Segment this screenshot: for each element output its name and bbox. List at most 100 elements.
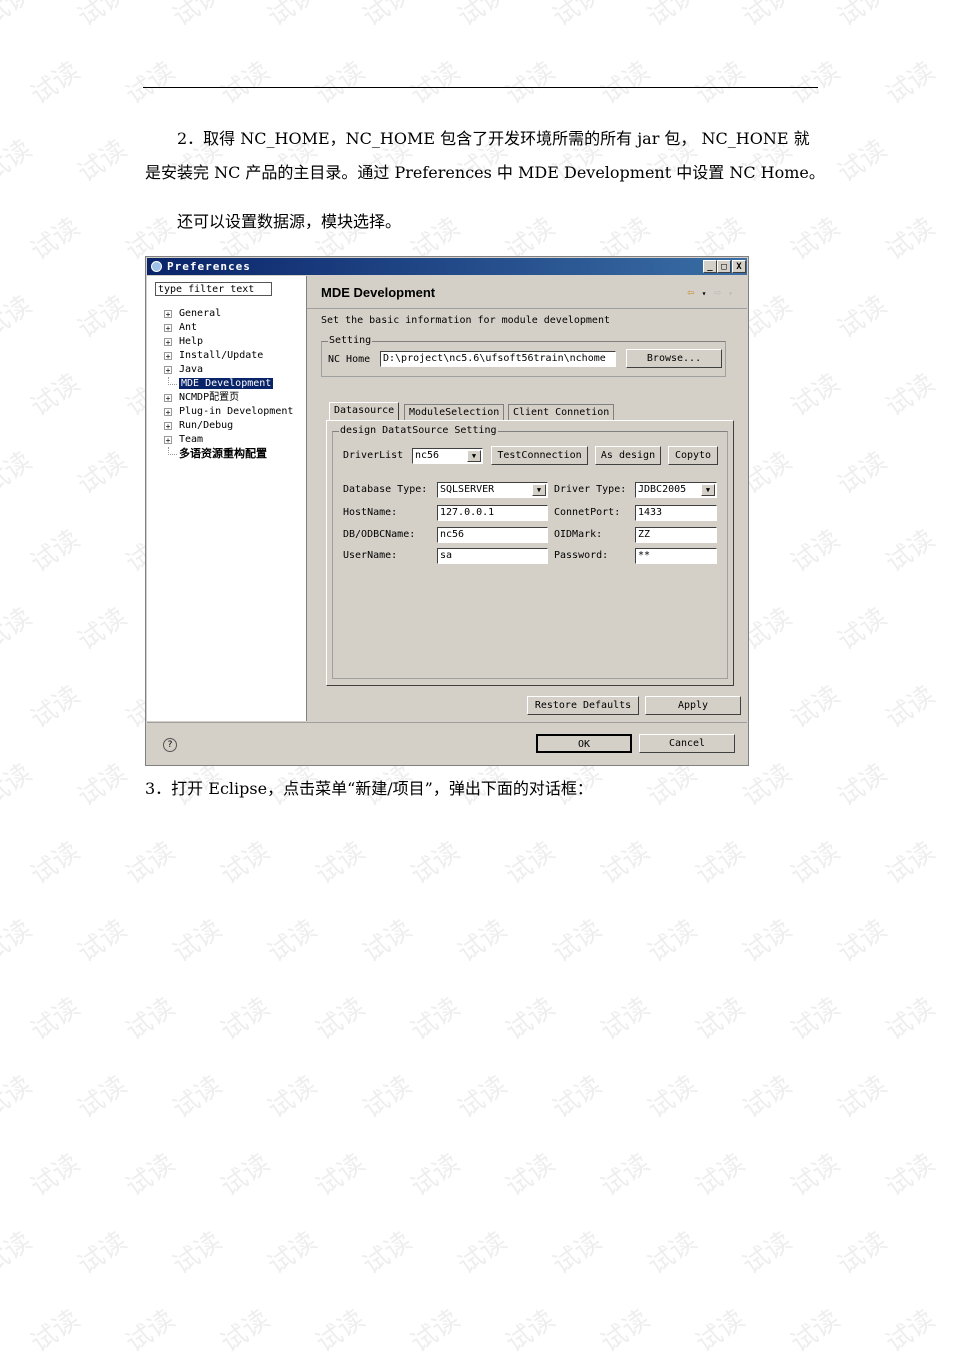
chevron-down-icon[interactable]: ▼ bbox=[532, 484, 546, 496]
apply-label: Apply bbox=[677, 700, 709, 711]
connect-port-label: ConnetPort: bbox=[554, 507, 621, 518]
watermark-text: 试读 bbox=[72, 290, 133, 345]
expand-plus-icon[interactable]: + bbox=[164, 436, 172, 445]
watermark-text: 试读 bbox=[0, 134, 38, 189]
oidmark-input[interactable]: ZZ bbox=[635, 527, 717, 543]
nc-home-input[interactable]: D:\project\nc5.6\ufsoft56train\nchome bbox=[380, 351, 616, 367]
watermark-text: 试读 bbox=[215, 1304, 276, 1359]
preferences-dialog: Preferences _ □ X type filter text + Gene… bbox=[145, 256, 749, 766]
as-design-button[interactable]: As design bbox=[595, 446, 661, 465]
dbname-label: DB/ODBCName: bbox=[343, 529, 416, 540]
tree-item[interactable]: + Ant bbox=[164, 321, 293, 335]
restore-defaults-button[interactable]: Restore Defaults bbox=[527, 696, 639, 715]
tab-datasource[interactable]: Datasource bbox=[329, 402, 400, 421]
watermark-text: 试读 bbox=[215, 1148, 276, 1203]
tree-item[interactable]: MDE Development bbox=[164, 377, 293, 391]
chevron-down-icon[interactable]: ▾ bbox=[728, 289, 733, 298]
watermark-text: 试读 bbox=[452, 0, 513, 33]
driverlist-select[interactable]: nc56 ▼ bbox=[412, 448, 483, 464]
help-icon[interactable]: ? bbox=[163, 738, 177, 752]
username-input[interactable]: sa bbox=[437, 548, 548, 564]
copyto-button[interactable]: Copyto bbox=[668, 446, 718, 465]
hostname-label: HostName: bbox=[343, 507, 398, 518]
watermark-text: 试读 bbox=[120, 836, 181, 891]
expand-plus-icon[interactable]: + bbox=[164, 338, 172, 347]
minimize-button[interactable]: _ bbox=[703, 260, 717, 273]
browse-button[interactable]: Browse... bbox=[626, 349, 722, 368]
tree-item-label: Plug-in Development bbox=[179, 406, 294, 417]
watermark-text: 试读 bbox=[880, 1148, 941, 1203]
tree-item-label: NCMDP配置页 bbox=[179, 392, 240, 403]
chevron-down-icon[interactable]: ▾ bbox=[702, 289, 707, 298]
watermark-text: 试读 bbox=[405, 56, 466, 111]
paragraph-nc-home: 2．取得 NC_HOME，NC_HOME 包含了开发环境所需的所有 jar 包，… bbox=[145, 129, 825, 182]
watermark-text: 试读 bbox=[500, 992, 561, 1047]
paragraph-open-eclipse: 3．打开 Eclipse，点击菜单“新建/项目”，弹出下面的对话框： bbox=[145, 779, 593, 798]
expand-plus-icon[interactable]: + bbox=[164, 408, 172, 417]
expand-plus-icon[interactable]: + bbox=[164, 422, 172, 431]
watermark-text: 试读 bbox=[72, 446, 133, 501]
tree-item-label: MDE Development bbox=[179, 378, 274, 389]
watermark-text: 试读 bbox=[595, 1304, 656, 1359]
watermark-text: 试读 bbox=[25, 992, 86, 1047]
forward-arrow-icon[interactable]: ⇨ bbox=[714, 285, 721, 299]
expand-plus-icon[interactable]: + bbox=[164, 310, 172, 319]
expand-plus-icon[interactable]: + bbox=[164, 324, 172, 333]
tab-client-connection[interactable]: Client Connetion bbox=[508, 404, 615, 421]
expand-plus-icon[interactable]: + bbox=[164, 352, 172, 361]
expand-plus-icon[interactable]: + bbox=[164, 394, 172, 403]
ok-label: OK bbox=[577, 739, 591, 750]
tree-item-label: Team bbox=[179, 434, 204, 445]
driver-type-select[interactable]: JDBC2005 ▼ bbox=[635, 482, 717, 498]
tree-item[interactable]: + NCMDP配置页 bbox=[164, 391, 293, 405]
dialog-title: Preferences bbox=[167, 260, 251, 273]
database-type-select[interactable]: SQLSERVER ▼ bbox=[437, 482, 548, 498]
back-arrow-icon[interactable]: ⇦ bbox=[687, 285, 694, 299]
watermark-text: 试读 bbox=[25, 524, 86, 579]
ds-setting-group: design DatatSource Setting DriverList nc… bbox=[332, 425, 728, 679]
watermark-text: 试读 bbox=[595, 56, 656, 111]
expand-plus-icon[interactable]: + bbox=[164, 366, 172, 375]
database-type-value: SQLSERVER bbox=[440, 484, 495, 495]
watermark-text: 试读 bbox=[405, 836, 466, 891]
filter-input[interactable]: type filter text bbox=[155, 282, 272, 296]
watermark-text: 试读 bbox=[642, 914, 703, 969]
watermark-text: 试读 bbox=[0, 1226, 38, 1281]
paragraph-datasource: 还可以设置数据源，模块选择。 bbox=[177, 212, 402, 231]
tree-item[interactable]: + Plug-in Development bbox=[164, 405, 293, 419]
tree-item[interactable]: + Install/Update bbox=[164, 349, 293, 363]
tree-item[interactable]: + Team bbox=[164, 433, 293, 447]
maximize-button[interactable]: □ bbox=[717, 260, 731, 273]
connect-port-input[interactable]: 1433 bbox=[635, 505, 717, 521]
watermark-text: 试读 bbox=[167, 0, 228, 33]
watermark-text: 试读 bbox=[72, 1226, 133, 1281]
browse-button-label: Browse... bbox=[646, 353, 702, 364]
chevron-down-icon[interactable]: ▼ bbox=[701, 484, 715, 496]
chevron-down-icon[interactable]: ▼ bbox=[467, 450, 481, 462]
watermark-text: 试读 bbox=[785, 680, 846, 735]
close-button[interactable]: X bbox=[732, 260, 746, 273]
tree-item-label: Install/Update bbox=[179, 350, 264, 361]
tab-module-selection[interactable]: ModuleSelection bbox=[404, 404, 505, 421]
tree-item[interactable]: + Help bbox=[164, 335, 293, 349]
ok-button[interactable]: OK bbox=[536, 734, 632, 753]
tree-item[interactable]: + General bbox=[164, 307, 293, 321]
watermark-text: 试读 bbox=[595, 1148, 656, 1203]
password-input[interactable]: ** bbox=[635, 548, 717, 564]
nav-history: ⇦ ▾ ⇨ ▾ bbox=[687, 285, 733, 299]
tree-item[interactable]: + Run/Debug bbox=[164, 419, 293, 433]
watermark-text: 试读 bbox=[72, 914, 133, 969]
dbname-input[interactable]: nc56 bbox=[437, 527, 548, 543]
test-connection-button[interactable]: TestConnection bbox=[491, 446, 588, 465]
watermark-text: 试读 bbox=[405, 1148, 466, 1203]
cancel-button[interactable]: Cancel bbox=[639, 734, 735, 753]
tree-item[interactable]: 多语资源重构配置 bbox=[164, 447, 293, 461]
tree-item[interactable]: + Java bbox=[164, 363, 293, 377]
hostname-input[interactable]: 127.0.0.1 bbox=[437, 505, 548, 521]
watermark-text: 试读 bbox=[0, 290, 38, 345]
apply-button[interactable]: Apply bbox=[645, 696, 741, 715]
watermark-text: 试读 bbox=[832, 1070, 893, 1125]
preference-page: MDE Development ⇦ ▾ ⇨ ▾ Set the basic in… bbox=[307, 276, 747, 721]
watermark-text: 试读 bbox=[785, 836, 846, 891]
nc-home-label: NC Home bbox=[328, 354, 371, 365]
